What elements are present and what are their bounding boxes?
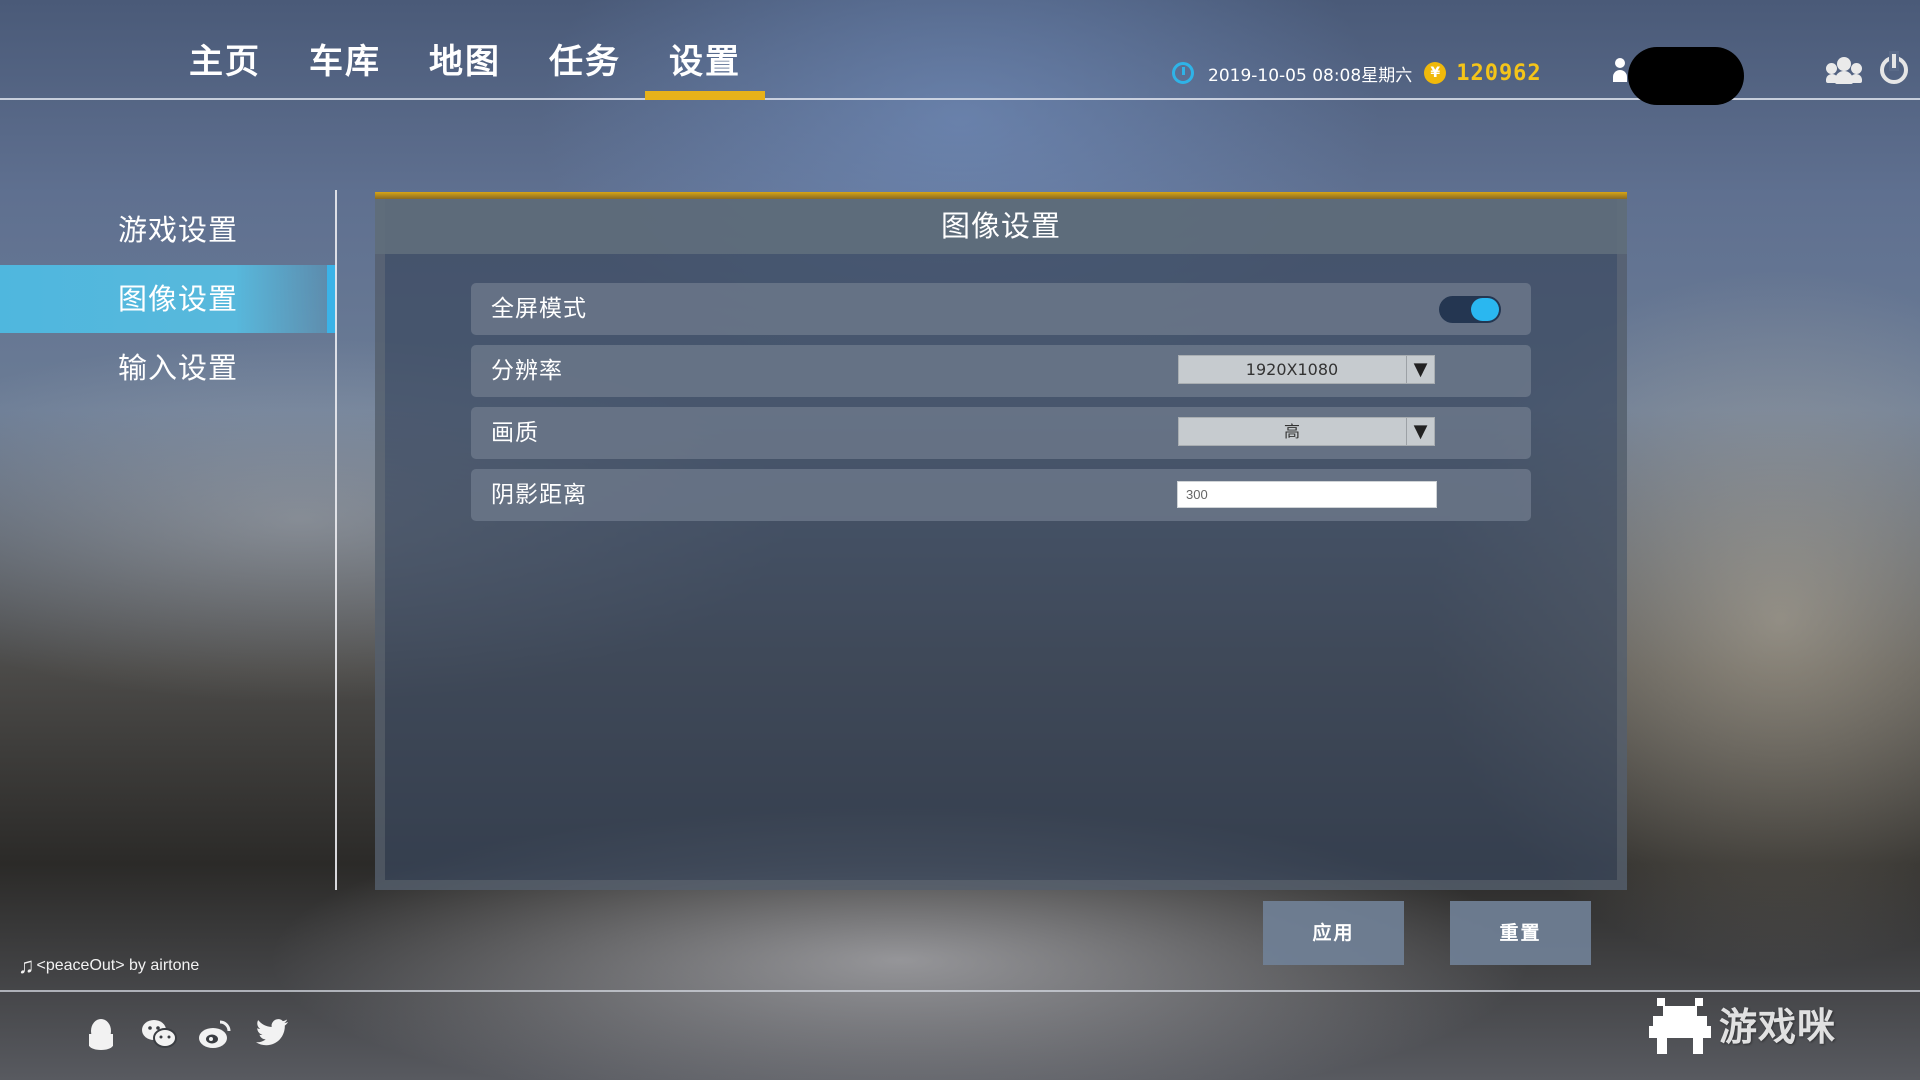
quality-value: 高 bbox=[1283, 422, 1300, 441]
quality-select[interactable]: 高 ▼ bbox=[1178, 417, 1435, 446]
user-name-redacted bbox=[1628, 47, 1744, 105]
friends-icon[interactable] bbox=[1826, 55, 1862, 85]
money-amount: 120962 bbox=[1456, 60, 1542, 86]
status-bar: 2019-10-05 08:08星期六 ¥ 120962 bbox=[1172, 58, 1542, 88]
panel-title: 图像设置 bbox=[375, 199, 1627, 254]
toggle-knob bbox=[1471, 298, 1499, 321]
settings-side-menu: 游戏设置 图像设置 输入设置 bbox=[0, 196, 336, 403]
fullscreen-label: 全屏模式 bbox=[491, 296, 587, 322]
music-note-icon: ♫ bbox=[18, 953, 35, 978]
nav-map[interactable]: 地图 bbox=[405, 30, 525, 98]
watermark-text: 游戏咪 bbox=[1719, 1005, 1837, 1049]
coin-icon: ¥ bbox=[1424, 62, 1447, 84]
weibo-icon[interactable] bbox=[198, 1018, 232, 1052]
pixel-invader-icon bbox=[1649, 998, 1711, 1056]
setting-row-shadow-distance: 阴影距离 300 bbox=[471, 469, 1531, 521]
reset-button[interactable]: 重置 bbox=[1450, 901, 1591, 965]
chevron-down-icon[interactable]: ▼ bbox=[1406, 418, 1434, 445]
side-item-game-settings[interactable]: 游戏设置 bbox=[0, 196, 336, 264]
shadow-distance-label: 阴影距离 bbox=[491, 482, 587, 508]
footer-divider bbox=[0, 990, 1920, 992]
apply-button[interactable]: 应用 bbox=[1263, 901, 1404, 965]
main-nav: 主页 车库 地图 任务 设置 bbox=[165, 30, 765, 100]
resolution-label: 分辨率 bbox=[491, 358, 563, 384]
setting-row-resolution: 分辨率 1920X1080 ▼ bbox=[471, 345, 1531, 397]
side-divider bbox=[335, 190, 337, 890]
nav-settings[interactable]: 设置 bbox=[645, 30, 765, 100]
shadow-distance-input[interactable]: 300 bbox=[1177, 481, 1437, 508]
chevron-down-icon[interactable]: ▼ bbox=[1406, 356, 1434, 383]
clock-icon bbox=[1172, 62, 1194, 84]
music-track: <peaceOut> by airtone bbox=[36, 957, 200, 974]
twitter-icon[interactable] bbox=[255, 1018, 289, 1052]
user-icon[interactable] bbox=[1613, 58, 1627, 84]
quality-label: 画质 bbox=[491, 420, 539, 446]
nav-garage[interactable]: 车库 bbox=[285, 30, 405, 98]
now-playing: ♫ <peaceOut> by airtone bbox=[18, 955, 199, 977]
watermark-logo: 游戏咪 bbox=[1645, 990, 1920, 1065]
side-item-graphics-settings[interactable]: 图像设置 bbox=[0, 265, 336, 333]
resolution-select[interactable]: 1920X1080 ▼ bbox=[1178, 355, 1435, 384]
wechat-icon[interactable] bbox=[141, 1018, 177, 1052]
fullscreen-toggle[interactable] bbox=[1439, 296, 1501, 323]
nav-home[interactable]: 主页 bbox=[165, 30, 285, 98]
power-icon[interactable] bbox=[1880, 54, 1908, 84]
qq-icon[interactable] bbox=[84, 1018, 118, 1052]
top-bar: 主页 车库 地图 任务 设置 2019-10-05 08:08星期六 ¥ 120… bbox=[0, 0, 1920, 105]
setting-row-quality: 画质 高 ▼ bbox=[471, 407, 1531, 459]
resolution-value: 1920X1080 bbox=[1245, 360, 1339, 379]
nav-missions[interactable]: 任务 bbox=[525, 30, 645, 98]
game-datetime: 2019-10-05 08:08星期六 bbox=[1208, 65, 1413, 86]
setting-row-fullscreen: 全屏模式 bbox=[471, 283, 1531, 335]
social-links bbox=[84, 1018, 312, 1052]
panel-accent-line bbox=[375, 192, 1627, 199]
side-item-input-settings[interactable]: 输入设置 bbox=[0, 334, 336, 402]
